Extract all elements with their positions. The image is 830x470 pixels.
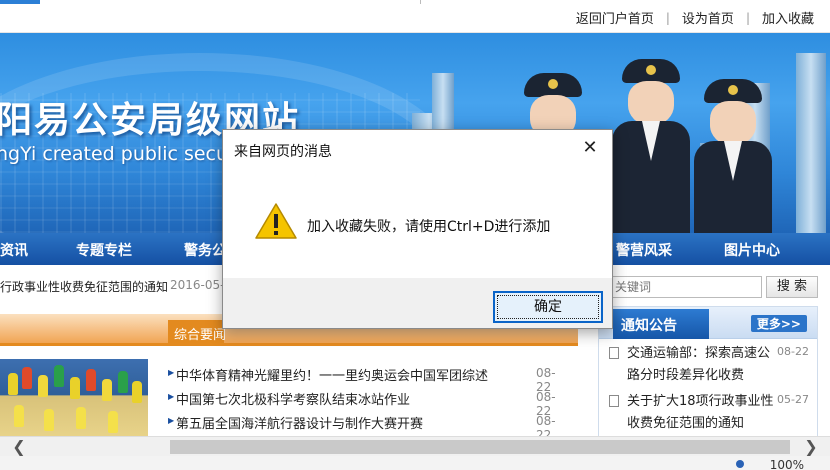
notice-panel-title[interactable]: 通知公告 bbox=[613, 309, 709, 339]
logo-fragment bbox=[0, 0, 40, 4]
bullet-icon: ▶ bbox=[168, 392, 175, 401]
dialog-message: 加入收藏失败，请使用Ctrl+D进行添加 bbox=[307, 219, 551, 235]
top-link-bar: 返回门户首页 | 设为首页 | 加入收藏 bbox=[0, 0, 830, 33]
set-homepage-link[interactable]: 设为首页 bbox=[682, 8, 734, 27]
nav-item-news[interactable]: 资讯 bbox=[0, 240, 28, 260]
news-title[interactable]: 中华体育精神光耀里约！一一里约奥运会中国军团综述 bbox=[176, 365, 488, 384]
zoom-level[interactable]: 100% bbox=[770, 458, 804, 470]
document-icon bbox=[609, 395, 619, 407]
news-title[interactable]: 第五届全国海洋航行器设计与制作大赛开赛 bbox=[176, 413, 423, 432]
site-subtitle: ngYi created public secur bbox=[0, 143, 236, 165]
status-bar: 100% bbox=[0, 456, 830, 470]
dialog-titlebar[interactable]: 来自网页的消息 ✕ bbox=[223, 130, 612, 168]
nav-item-police-affairs[interactable]: 警务公 bbox=[184, 240, 226, 260]
home-portal-link[interactable]: 返回门户首页 bbox=[576, 8, 654, 27]
bullet-icon: ▶ bbox=[168, 416, 175, 425]
notice-panel-header: 通知公告 更多>> bbox=[599, 307, 817, 339]
dialog-footer: 确定 bbox=[223, 278, 612, 328]
notice-panel: 通知公告 更多>> 交通运输部：探索高速公路分时段差异化收费 08-22 关于扩… bbox=[598, 306, 818, 438]
notice-item-title[interactable]: 交通运输部：探索高速公路分时段差异化收费 bbox=[627, 343, 777, 387]
news-photo[interactable] bbox=[0, 359, 148, 439]
bullet-icon: ▶ bbox=[168, 368, 175, 377]
warning-icon bbox=[255, 203, 297, 239]
search-input[interactable] bbox=[606, 276, 762, 298]
more-link[interactable]: 更多>> bbox=[750, 315, 807, 332]
news-item: ▶ 中华体育精神光耀里约！一一里约奥运会中国军团综述 08-22 bbox=[168, 363, 568, 394]
horizontal-scrollbar[interactable]: ❮ ❯ bbox=[0, 436, 830, 456]
news-item: ▶ 第五届全国海洋航行器设计与制作大赛开赛 08-22 bbox=[168, 411, 568, 442]
dialog-title: 来自网页的消息 bbox=[234, 144, 332, 160]
nav-item-police-style[interactable]: 警营风采 bbox=[616, 240, 672, 260]
separator: | bbox=[665, 10, 670, 25]
ok-button[interactable]: 确定 bbox=[493, 291, 603, 323]
divider bbox=[420, 0, 421, 4]
close-icon[interactable]: ✕ bbox=[580, 139, 600, 159]
news-title[interactable]: 中国第七次北极科学考察队结束冰站作业 bbox=[176, 389, 410, 408]
notice-item-date: 08-22 bbox=[777, 345, 809, 358]
document-icon bbox=[609, 347, 619, 359]
tab-general-news[interactable]: 综合要闻 bbox=[168, 320, 226, 346]
scroll-right-icon[interactable]: ❯ bbox=[798, 437, 824, 457]
browser-page: 返回门户首页 | 设为首页 | 加入收藏 阳易公安局级网站 ngYi creat… bbox=[0, 0, 830, 470]
zoom-icon[interactable] bbox=[736, 460, 744, 468]
scrollbar-thumb[interactable] bbox=[170, 440, 790, 454]
separator: | bbox=[745, 10, 750, 25]
notice-item-date: 05-27 bbox=[777, 393, 809, 406]
add-favorite-link[interactable]: 加入收藏 bbox=[762, 8, 814, 27]
notice-item-title[interactable]: 关于扩大18项行政事业性收费免征范围的通知 bbox=[627, 391, 777, 435]
nav-item-gallery[interactable]: 图片中心 bbox=[724, 240, 780, 260]
search-button[interactable]: 搜 索 bbox=[766, 276, 818, 298]
building-graphic bbox=[796, 53, 826, 233]
alert-dialog: 来自网页的消息 ✕ 加入收藏失败，请使用Ctrl+D进行添加 确定 bbox=[222, 129, 613, 329]
top-links: 返回门户首页 | 设为首页 | 加入收藏 bbox=[576, 8, 814, 28]
scroll-left-icon[interactable]: ❮ bbox=[6, 437, 32, 457]
news-item: ▶ 中国第七次北极科学考察队结束冰站作业 08-22 bbox=[168, 387, 568, 418]
officer-figure bbox=[612, 59, 690, 233]
dialog-body: 加入收藏失败，请使用Ctrl+D进行添加 bbox=[223, 168, 612, 278]
nav-item-special[interactable]: 专题专栏 bbox=[76, 240, 132, 260]
officer-figure bbox=[694, 79, 772, 233]
scrolling-notice[interactable]: 行政事业性收费免征范围的通知 bbox=[0, 278, 168, 295]
